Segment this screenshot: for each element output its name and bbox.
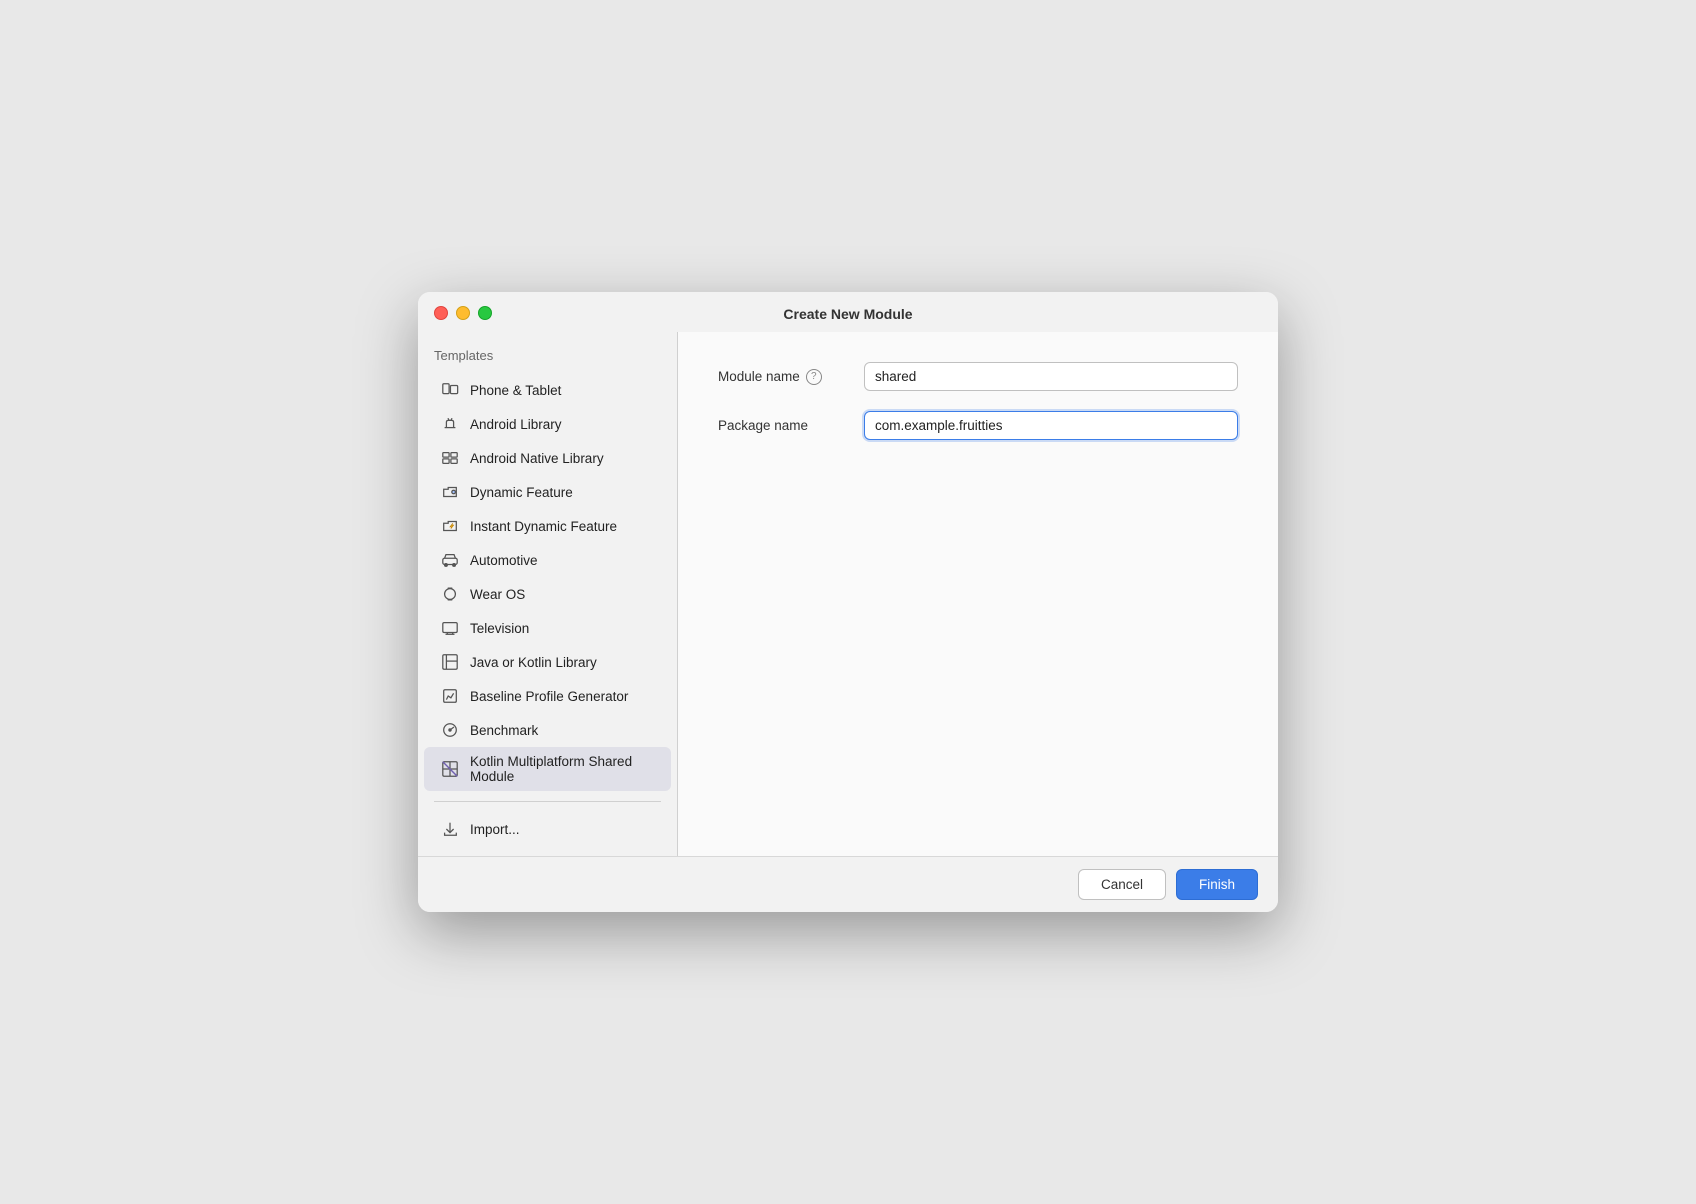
dialog-body: Templates Phone & Tablet (418, 332, 1278, 856)
sidebar-item-television-label: Television (470, 621, 529, 636)
import-icon (440, 819, 460, 839)
sidebar-item-java-kotlin-library-label: Java or Kotlin Library (470, 655, 597, 670)
sidebar-item-java-kotlin-library[interactable]: Java or Kotlin Library (424, 645, 671, 679)
dynamic-feature-icon (440, 482, 460, 502)
sidebar-item-android-library[interactable]: Android Library (424, 407, 671, 441)
sidebar-item-benchmark-label: Benchmark (470, 723, 538, 738)
sidebar-item-wear-os[interactable]: Wear OS (424, 577, 671, 611)
window-title: Create New Module (783, 306, 912, 322)
sidebar-item-phone-tablet-label: Phone & Tablet (470, 383, 561, 398)
instant-dynamic-feature-icon (440, 516, 460, 536)
package-name-label: Package name (718, 418, 848, 433)
sidebar-item-import-label: Import... (470, 822, 520, 837)
sidebar: Templates Phone & Tablet (418, 332, 678, 856)
automotive-icon (440, 550, 460, 570)
module-name-label: Module name ? (718, 369, 848, 385)
cancel-button[interactable]: Cancel (1078, 869, 1166, 900)
package-name-input[interactable] (864, 411, 1238, 440)
android-library-icon (440, 414, 460, 434)
sidebar-item-baseline-profile-generator-label: Baseline Profile Generator (470, 689, 628, 704)
benchmark-icon (440, 720, 460, 740)
sidebar-item-import[interactable]: Import... (424, 812, 671, 846)
main-panel: Module name ? Package name (678, 332, 1278, 856)
title-bar: Create New Module (418, 292, 1278, 332)
sidebar-item-android-native-library[interactable]: Android Native Library (424, 441, 671, 475)
sidebar-item-android-native-library-label: Android Native Library (470, 451, 604, 466)
module-name-row: Module name ? (718, 362, 1238, 391)
module-name-input[interactable] (864, 362, 1238, 391)
maximize-button[interactable] (478, 306, 492, 320)
sidebar-item-baseline-profile-generator[interactable]: Baseline Profile Generator (424, 679, 671, 713)
kotlin-multiplatform-icon (440, 759, 460, 779)
traffic-lights (434, 306, 492, 320)
finish-button[interactable]: Finish (1176, 869, 1258, 900)
java-kotlin-library-icon (440, 652, 460, 672)
sidebar-divider (434, 801, 661, 802)
television-icon (440, 618, 460, 638)
sidebar-section-label: Templates (418, 342, 677, 373)
sidebar-item-android-library-label: Android Library (470, 417, 562, 432)
android-native-library-icon (440, 448, 460, 468)
sidebar-item-instant-dynamic-feature-label: Instant Dynamic Feature (470, 519, 617, 534)
sidebar-item-television[interactable]: Television (424, 611, 671, 645)
create-new-module-dialog: Create New Module Templates Phone & Tabl… (418, 292, 1278, 912)
sidebar-item-kotlin-multiplatform[interactable]: Kotlin Multiplatform Shared Module (424, 747, 671, 791)
package-name-row: Package name (718, 411, 1238, 440)
wear-os-icon (440, 584, 460, 604)
close-button[interactable] (434, 306, 448, 320)
phone-tablet-icon (440, 380, 460, 400)
sidebar-item-instant-dynamic-feature[interactable]: Instant Dynamic Feature (424, 509, 671, 543)
sidebar-item-dynamic-feature-label: Dynamic Feature (470, 485, 573, 500)
sidebar-item-phone-tablet[interactable]: Phone & Tablet (424, 373, 671, 407)
baseline-profile-generator-icon (440, 686, 460, 706)
sidebar-item-automotive[interactable]: Automotive (424, 543, 671, 577)
sidebar-item-kotlin-multiplatform-label: Kotlin Multiplatform Shared Module (470, 754, 655, 784)
dialog-footer: Cancel Finish (418, 856, 1278, 912)
minimize-button[interactable] (456, 306, 470, 320)
sidebar-item-dynamic-feature[interactable]: Dynamic Feature (424, 475, 671, 509)
sidebar-item-automotive-label: Automotive (470, 553, 538, 568)
sidebar-item-benchmark[interactable]: Benchmark (424, 713, 671, 747)
sidebar-item-wear-os-label: Wear OS (470, 587, 525, 602)
module-name-help-icon[interactable]: ? (806, 369, 822, 385)
